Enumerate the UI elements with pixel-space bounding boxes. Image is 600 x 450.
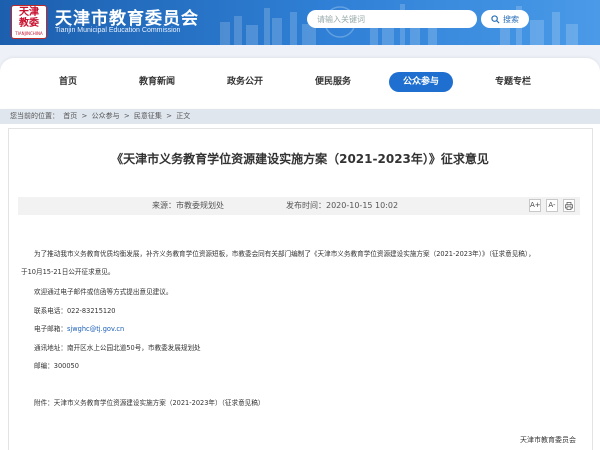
nav-item-public-services[interactable]: 便民服务 bbox=[304, 72, 362, 92]
breadcrumb: 您当前的位置： 首页 > 公众参与 > 民意征集 > 正文 bbox=[10, 110, 192, 123]
search-icon bbox=[491, 14, 500, 24]
date-label: 发布时间： bbox=[286, 201, 326, 210]
print-icon bbox=[565, 202, 573, 210]
search-button-label: 搜索 bbox=[503, 14, 519, 24]
breadcrumb-prefix: 您当前的位置： bbox=[10, 112, 59, 120]
source-value: 市教委规划处 bbox=[176, 201, 224, 210]
article-source: 来源：市教委规划处 bbox=[152, 199, 224, 213]
email-label: 电子邮箱： bbox=[34, 325, 67, 333]
phone-label: 联系电话： bbox=[34, 307, 67, 315]
article-paragraph-invitation: 欢迎通过电子邮件或信函等方式提出意见建议。 bbox=[34, 288, 173, 296]
breadcrumb-public-participation[interactable]: 公众参与 bbox=[92, 112, 120, 120]
article-paragraph-intro-line-1: 为了推动我市义务教育优质均衡发展，补齐义务教育学位资源短板，市教委会同有关部门编… bbox=[34, 250, 535, 258]
zip-value: 300050 bbox=[53, 362, 79, 370]
breadcrumb-separator: > bbox=[81, 112, 88, 120]
phone-value: 022-83215120 bbox=[66, 307, 116, 315]
print-button[interactable] bbox=[563, 199, 575, 212]
logo-glyph-line-2: 教委 bbox=[19, 18, 39, 29]
contact-zip: 邮编：300050 bbox=[34, 361, 79, 371]
contact-email: 电子邮箱：sjwghc@tj.gov.cn bbox=[34, 324, 124, 334]
logo-glyph-line-1: 天津 bbox=[19, 7, 39, 18]
search-button[interactable]: 搜索 bbox=[481, 10, 529, 28]
logo-glyph: 天津 教委 bbox=[14, 7, 44, 31]
date-value: 2020-10-15 10:02 bbox=[326, 201, 399, 210]
zip-label: 邮编： bbox=[34, 362, 54, 370]
address-label: 通讯地址： bbox=[34, 344, 67, 352]
article-attachment: 附件：天津市义务教育学位资源建设实施方案（2021-2023年）（征求意见稿） bbox=[34, 398, 264, 408]
nav-item-public-participation[interactable]: 公众参与 bbox=[389, 72, 453, 92]
article-signature: 天津市教育委员会 bbox=[520, 436, 576, 444]
attachment-label: 附件： bbox=[34, 399, 54, 407]
font-decrease-button[interactable]: A- bbox=[546, 199, 558, 212]
contact-address: 通讯地址：南开区水上公园北道50号，市教委发展规划处 bbox=[34, 343, 201, 353]
attachment-link[interactable]: 天津市义务教育学位资源建设实施方案（2021-2023年）（征求意见稿） bbox=[54, 399, 265, 407]
article-paragraph-intro-line-2: 于10月15-21日公开征求意见。 bbox=[21, 268, 115, 276]
logo-caption: TIANJINCHINA bbox=[15, 31, 43, 36]
address-value: 南开区水上公园北道50号，市教委发展规划处 bbox=[66, 344, 201, 352]
breadcrumb-separator: > bbox=[166, 112, 173, 120]
search-input[interactable] bbox=[307, 10, 477, 28]
nav-item-special-topics[interactable]: 专题专栏 bbox=[484, 72, 542, 92]
site-logo[interactable]: 天津 教委 TIANJINCHINA bbox=[11, 5, 47, 39]
breadcrumb-opinion-collection[interactable]: 民意征集 bbox=[134, 112, 162, 120]
source-label: 来源： bbox=[152, 201, 176, 210]
site-title: 天津市教育委员会 bbox=[55, 9, 199, 29]
nav-item-government-affairs[interactable]: 政务公开 bbox=[216, 72, 274, 92]
breadcrumb-current: 正文 bbox=[176, 112, 191, 120]
breadcrumb-separator: > bbox=[123, 112, 130, 120]
site-subtitle: Tianjin Municipal Education Commission bbox=[55, 27, 181, 34]
article-date: 发布时间：2020-10-15 10:02 bbox=[286, 199, 398, 213]
contact-phone: 联系电话：022-83215120 bbox=[34, 306, 116, 316]
font-increase-button[interactable]: A+ bbox=[529, 199, 541, 212]
breadcrumb-home[interactable]: 首页 bbox=[63, 112, 77, 120]
nav-item-education-news[interactable]: 教育新闻 bbox=[128, 72, 186, 92]
email-link[interactable]: sjwghc@tj.gov.cn bbox=[67, 325, 124, 333]
article-title: 《天津市义务教育学位资源建设实施方案（2021-2023年）》征求意见 bbox=[111, 152, 489, 166]
nav-item-home[interactable]: 首页 bbox=[48, 72, 88, 92]
